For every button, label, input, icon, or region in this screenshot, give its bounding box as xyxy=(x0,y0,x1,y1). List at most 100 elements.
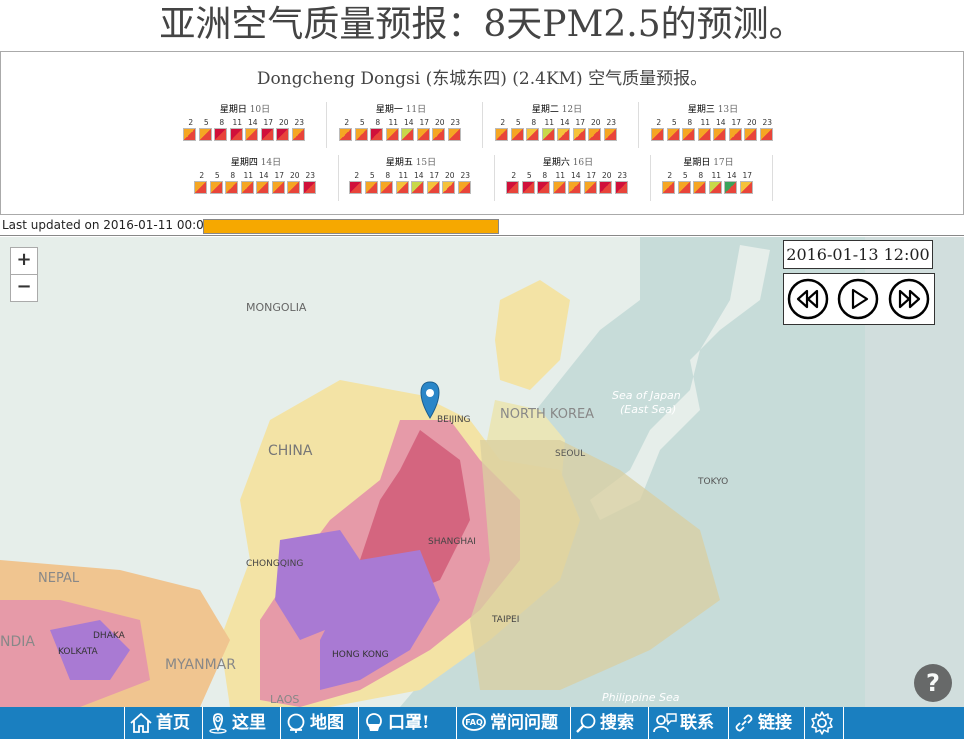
aqi-cell[interactable] xyxy=(194,181,207,194)
nav-map[interactable]: 地图 xyxy=(280,707,358,739)
nav-home[interactable]: 首页 xyxy=(124,707,202,739)
forecast-panel: Dongcheng Dongsi (东城东四) (2.4KM) 空气质量预报。 … xyxy=(0,51,964,215)
aqi-cell[interactable] xyxy=(354,128,368,141)
aqi-cell[interactable] xyxy=(651,128,664,141)
aqi-cell[interactable] xyxy=(225,181,238,194)
aqi-cell[interactable] xyxy=(708,181,722,194)
aqi-cell[interactable] xyxy=(370,128,383,141)
hour-label: 14 xyxy=(570,171,581,180)
aqi-cell[interactable] xyxy=(682,128,695,141)
fast-forward-icon[interactable] xyxy=(888,278,930,320)
aqi-cell[interactable] xyxy=(541,128,555,141)
aqi-cell[interactable] xyxy=(229,128,243,141)
aqi-cell[interactable] xyxy=(183,128,196,141)
aqi-cell[interactable] xyxy=(572,128,586,141)
aqi-cell[interactable] xyxy=(395,181,409,194)
aqi-cell[interactable] xyxy=(302,181,316,194)
day-separator xyxy=(482,102,483,148)
aqi-cell[interactable] xyxy=(662,181,675,194)
aqi-cell[interactable] xyxy=(506,181,519,194)
aqi-cell[interactable] xyxy=(552,181,566,194)
aqi-cell[interactable] xyxy=(214,128,227,141)
aqi-cell[interactable] xyxy=(447,128,461,141)
nav-mask[interactable]: 口罩! xyxy=(358,707,450,739)
aqi-cell[interactable] xyxy=(432,128,445,141)
day-label: 星期四 14日 xyxy=(194,157,318,170)
aqi-cell[interactable] xyxy=(198,128,212,141)
aqi-cell[interactable] xyxy=(739,181,753,194)
aqi-cell[interactable] xyxy=(401,128,414,141)
aqi-cell[interactable] xyxy=(599,181,612,194)
label-tokyo: TOKYO xyxy=(698,477,729,487)
nav-links[interactable]: 链接 xyxy=(728,707,804,739)
aqi-cell[interactable] xyxy=(380,181,393,194)
nav-faq-label: 常问问题 xyxy=(490,713,558,733)
aqi-cell[interactable] xyxy=(521,181,535,194)
forecast-day[interactable]: 星期四 14日 2 5 8 11 14 17 20 23 xyxy=(194,157,318,194)
nav-settings[interactable] xyxy=(804,707,844,739)
aqi-cell[interactable] xyxy=(557,128,570,141)
aqi-cell[interactable] xyxy=(759,128,773,141)
aqi-cell[interactable] xyxy=(426,181,440,194)
forecast-day[interactable]: 星期六 16日 2 5 8 11 14 17 20 23 xyxy=(506,157,630,194)
hour-label: 20 xyxy=(590,118,601,127)
aqi-cell[interactable] xyxy=(291,128,305,141)
forecast-day[interactable]: 星期日 10日 2 5 8 11 14 17 20 23 xyxy=(183,104,307,141)
aqi-cell[interactable] xyxy=(724,181,737,194)
aqi-cell[interactable] xyxy=(339,128,352,141)
aqi-cell[interactable] xyxy=(287,181,300,194)
hour-label: 14 xyxy=(258,171,269,180)
aqi-cell[interactable] xyxy=(697,128,711,141)
aqi-cell[interactable] xyxy=(457,181,471,194)
aqi-cell[interactable] xyxy=(510,128,524,141)
aqi-cell[interactable] xyxy=(728,128,742,141)
aqi-cell[interactable] xyxy=(442,181,455,194)
aqi-cell[interactable] xyxy=(526,128,539,141)
aqi-cell[interactable] xyxy=(364,181,378,194)
zoom-out-button[interactable]: − xyxy=(10,274,38,302)
label-laos: LAOS xyxy=(270,693,300,706)
aqi-cell[interactable] xyxy=(276,128,289,141)
hour-label: 17 xyxy=(731,118,742,127)
rewind-icon[interactable] xyxy=(787,278,829,320)
day-date: 14日 xyxy=(257,158,282,168)
aqi-cell[interactable] xyxy=(713,128,726,141)
aqi-cell[interactable] xyxy=(271,181,285,194)
forecast-day[interactable]: 星期二 12日 2 5 8 11 14 17 20 23 xyxy=(495,104,619,141)
forecast-day[interactable]: 星期三 13日 2 5 8 11 14 17 20 23 xyxy=(651,104,775,141)
aqi-cell[interactable] xyxy=(677,181,691,194)
nav-search[interactable]: 搜索 xyxy=(570,707,648,739)
zoom-in-button[interactable]: + xyxy=(10,247,38,275)
forecast-day[interactable]: 星期日 17日 2 5 8 11 14 17 xyxy=(662,157,755,194)
aqi-cell[interactable] xyxy=(349,181,362,194)
playback-controls xyxy=(783,273,935,325)
aqi-cell[interactable] xyxy=(209,181,223,194)
hour-label: 14 xyxy=(403,118,414,127)
aqi-cell[interactable] xyxy=(603,128,617,141)
hour-label: 5 xyxy=(214,171,220,180)
help-button[interactable]: ? xyxy=(914,664,952,702)
forecast-day[interactable]: 星期一 11日 2 5 8 11 14 17 20 23 xyxy=(339,104,463,141)
aqi-cell[interactable] xyxy=(416,128,430,141)
aqi-cell[interactable] xyxy=(240,181,254,194)
nav-contact[interactable]: 联系 xyxy=(648,707,728,739)
gear-icon xyxy=(811,711,833,735)
aqi-cell[interactable] xyxy=(693,181,706,194)
aqi-cell[interactable] xyxy=(411,181,424,194)
forecast-day[interactable]: 星期五 15日 2 5 8 11 14 17 20 23 xyxy=(349,157,473,194)
aqi-cell[interactable] xyxy=(495,128,508,141)
aqi-cell[interactable] xyxy=(568,181,581,194)
aqi-cell[interactable] xyxy=(588,128,601,141)
aqi-cell[interactable] xyxy=(744,128,757,141)
aqi-cell[interactable] xyxy=(614,181,628,194)
play-icon[interactable] xyxy=(837,278,879,320)
aqi-cell[interactable] xyxy=(666,128,680,141)
nav-faq[interactable]: FAQ 常问问题 xyxy=(456,707,570,739)
aqi-cell[interactable] xyxy=(256,181,269,194)
nav-here[interactable]: 这里 xyxy=(202,707,280,739)
aqi-cell[interactable] xyxy=(245,128,258,141)
aqi-cell[interactable] xyxy=(537,181,550,194)
aqi-cell[interactable] xyxy=(260,128,274,141)
aqi-cell[interactable] xyxy=(583,181,597,194)
aqi-cell[interactable] xyxy=(385,128,399,141)
